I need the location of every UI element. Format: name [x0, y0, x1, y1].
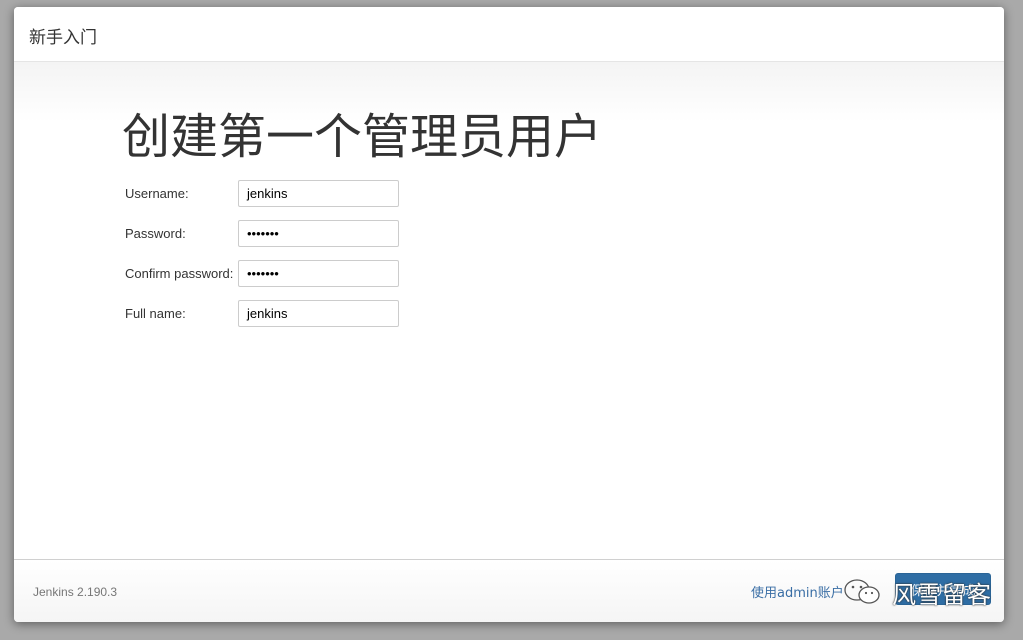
continue-as-admin-link[interactable]: 使用admin账户 [751, 582, 844, 601]
username-label: Username: [125, 186, 189, 201]
password-input[interactable]: ••••••• [238, 220, 399, 247]
username-input[interactable]: jenkins [238, 180, 399, 207]
password-row: Password: ••••••• [125, 220, 415, 250]
page-heading: 创建第一个管理员用户 [122, 109, 603, 165]
dialog-title: 新手入门 [29, 28, 97, 48]
setup-wizard-dialog: 新手入门 创建第一个管理员用户 Username: jenkins Passwo… [14, 7, 1004, 622]
fullname-label: Full name: [125, 306, 186, 321]
version-label: Jenkins 2.190.3 [33, 585, 118, 599]
confirm-password-row: Confirm password: ••••••• [125, 260, 415, 290]
dialog-header: 新手入门 [14, 7, 1004, 62]
dialog-body: 创建第一个管理员用户 Username: jenkins Password: •… [14, 62, 1004, 559]
confirm-password-label: Confirm password: [125, 266, 234, 281]
fullname-input[interactable]: jenkins [238, 300, 399, 327]
fullname-row: Full name: jenkins [125, 300, 415, 330]
username-row: Username: jenkins [125, 180, 415, 210]
password-label: Password: [125, 226, 186, 241]
dialog-footer: Jenkins 2.190.3 使用admin账户 保存并完成 风雪留客 [14, 559, 1004, 622]
wechat-icon [844, 579, 880, 604]
confirm-password-input[interactable]: ••••••• [238, 260, 399, 287]
save-and-finish-button[interactable]: 保存并完成 [895, 573, 991, 605]
